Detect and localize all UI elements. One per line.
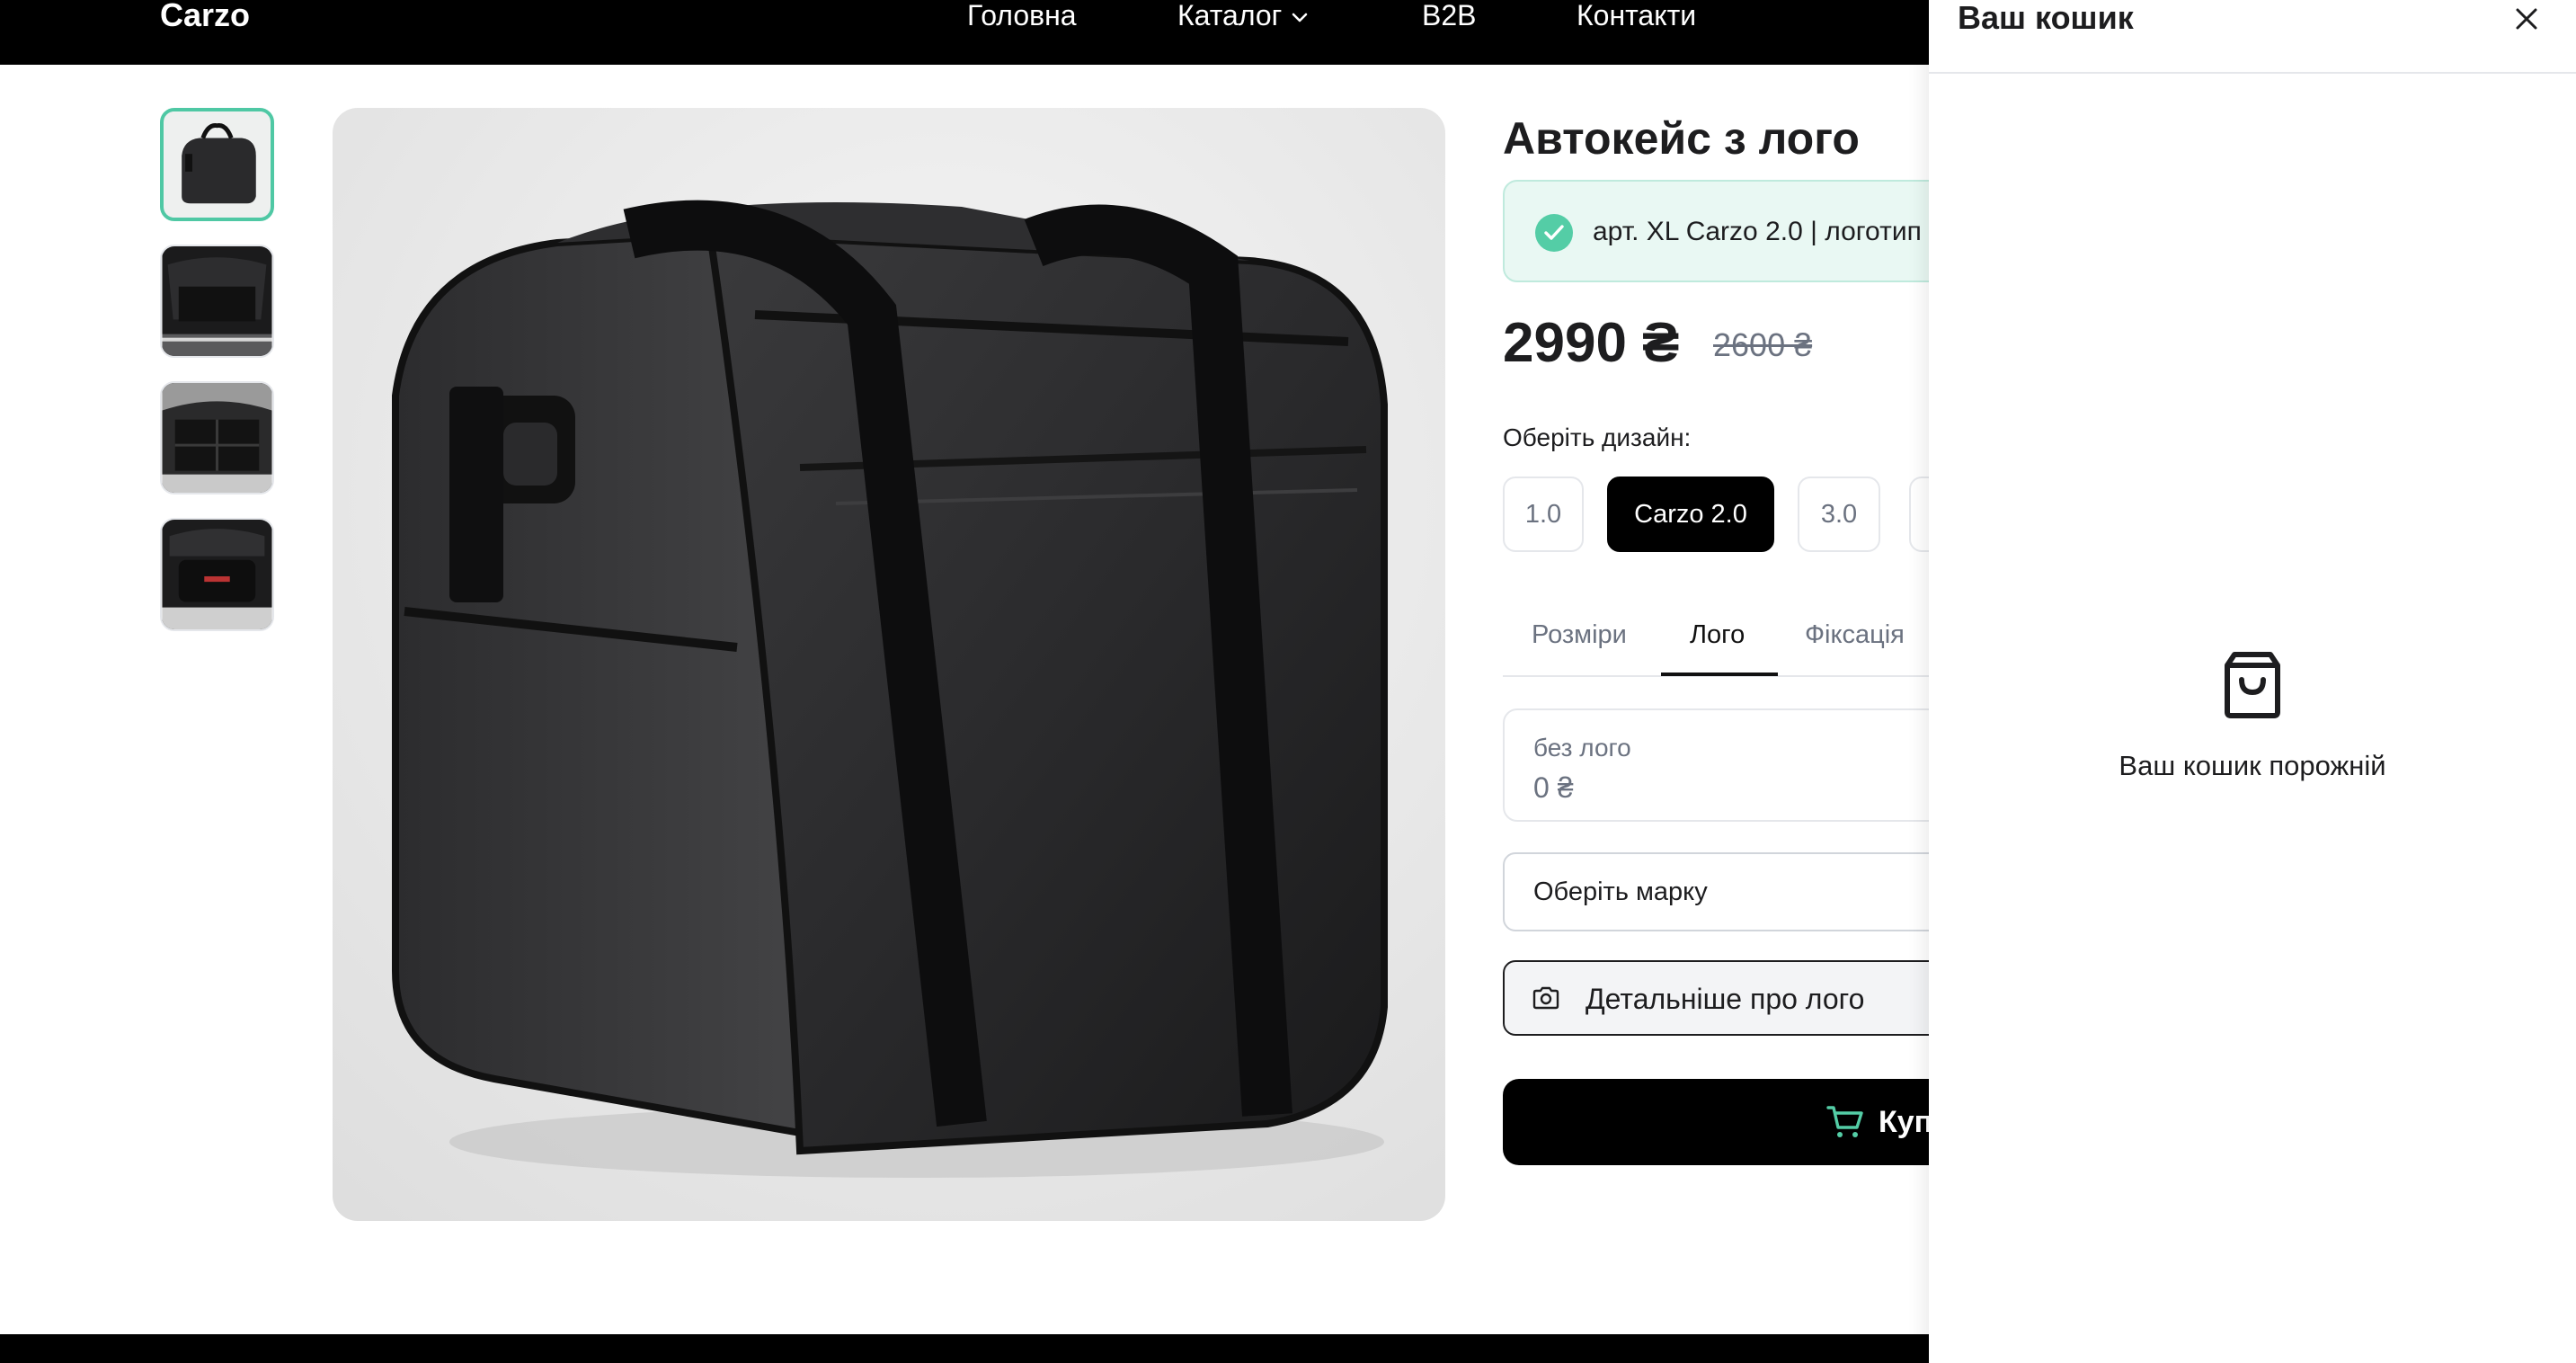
brand-select-placeholder: Оберіть марку bbox=[1533, 877, 1708, 906]
nav-item-catalog[interactable]: Каталог bbox=[1177, 0, 1309, 31]
nav-item-home[interactable]: Головна bbox=[967, 0, 1077, 31]
gallery-thumbnail-4[interactable] bbox=[160, 518, 274, 631]
nav-item-b2b[interactable]: B2B bbox=[1422, 0, 1476, 31]
nav-item-contacts[interactable]: Контакти bbox=[1577, 0, 1696, 31]
logo-option-price: 0 ₴ bbox=[1533, 771, 1574, 804]
buy-button-label: Куп bbox=[1879, 1105, 1929, 1139]
nav-item-catalog-label: Каталог bbox=[1177, 0, 1283, 31]
site-logo[interactable]: Carzo bbox=[160, 0, 250, 31]
product-main-image[interactable] bbox=[333, 108, 1445, 1221]
sku-text: арт. XL Carzo 2.0 | логотип м bbox=[1593, 217, 1929, 246]
cart-icon bbox=[1826, 1106, 1863, 1137]
design-option-1-0[interactable]: 1.0 bbox=[1503, 477, 1584, 552]
gallery-thumbnail-1[interactable] bbox=[160, 108, 274, 221]
design-option-3-0[interactable]: 3.0 bbox=[1798, 477, 1880, 552]
cart-title: Ваш кошик bbox=[1958, 0, 2134, 36]
design-label: Оберіть дизайн: bbox=[1503, 423, 1692, 451]
design-option-more[interactable] bbox=[1909, 477, 1929, 552]
cart-empty-message: Ваш кошик порожній bbox=[2119, 750, 2386, 781]
logo-details-label: Детальніше про лого bbox=[1586, 983, 1865, 1015]
cart-header-divider bbox=[1929, 72, 2576, 74]
tab-fixation[interactable]: Фіксація bbox=[1805, 615, 1905, 655]
site-header: Carzo Головна Каталог B2B Контакти bbox=[0, 0, 1929, 65]
product-title: Автокейс з лого bbox=[1503, 113, 1860, 164]
camera-icon bbox=[1532, 986, 1559, 1010]
brand-select[interactable]: Оберіть марку bbox=[1503, 852, 1929, 931]
gallery-thumbnail-3[interactable] bbox=[160, 381, 274, 494]
logo-option-none[interactable]: без лого 0 ₴ bbox=[1503, 708, 1929, 822]
tab-logo[interactable]: Лого bbox=[1690, 615, 1745, 655]
tab-sizes[interactable]: Розміри bbox=[1532, 615, 1627, 655]
old-price: 2600 ₴ bbox=[1713, 326, 1813, 363]
buy-button[interactable]: Куп bbox=[1503, 1079, 1929, 1165]
sku-notice: арт. XL Carzo 2.0 | логотип м bbox=[1503, 180, 1929, 282]
chevron-down-icon bbox=[1292, 13, 1308, 22]
bag-image bbox=[333, 108, 1445, 1221]
active-tab-indicator bbox=[1661, 673, 1778, 676]
bag-thumbnail-image bbox=[164, 111, 271, 218]
organizer-thumbnail-image bbox=[162, 383, 272, 493]
product-page: Carzo Головна Каталог B2B Контакти Авток… bbox=[0, 0, 1929, 1363]
footer-bar bbox=[0, 1334, 1929, 1363]
trunk-thumbnail-image bbox=[162, 246, 272, 356]
shopping-bag-icon bbox=[2225, 652, 2280, 718]
cart-drawer: Ваш кошик Ваш кошик порожній bbox=[1929, 0, 2576, 1363]
gallery-thumbnail-2[interactable] bbox=[160, 245, 274, 358]
current-price: 2990 ₴ bbox=[1503, 312, 1680, 374]
logo-details-button[interactable]: Детальніше про лого bbox=[1503, 960, 1929, 1036]
check-icon bbox=[1535, 214, 1573, 252]
close-icon[interactable] bbox=[2513, 5, 2540, 32]
logo-option-name: без лого bbox=[1533, 734, 1631, 762]
trunk-bag-thumbnail-image bbox=[162, 520, 272, 629]
design-option-carzo-2-0[interactable]: Carzo 2.0 bbox=[1607, 477, 1774, 552]
